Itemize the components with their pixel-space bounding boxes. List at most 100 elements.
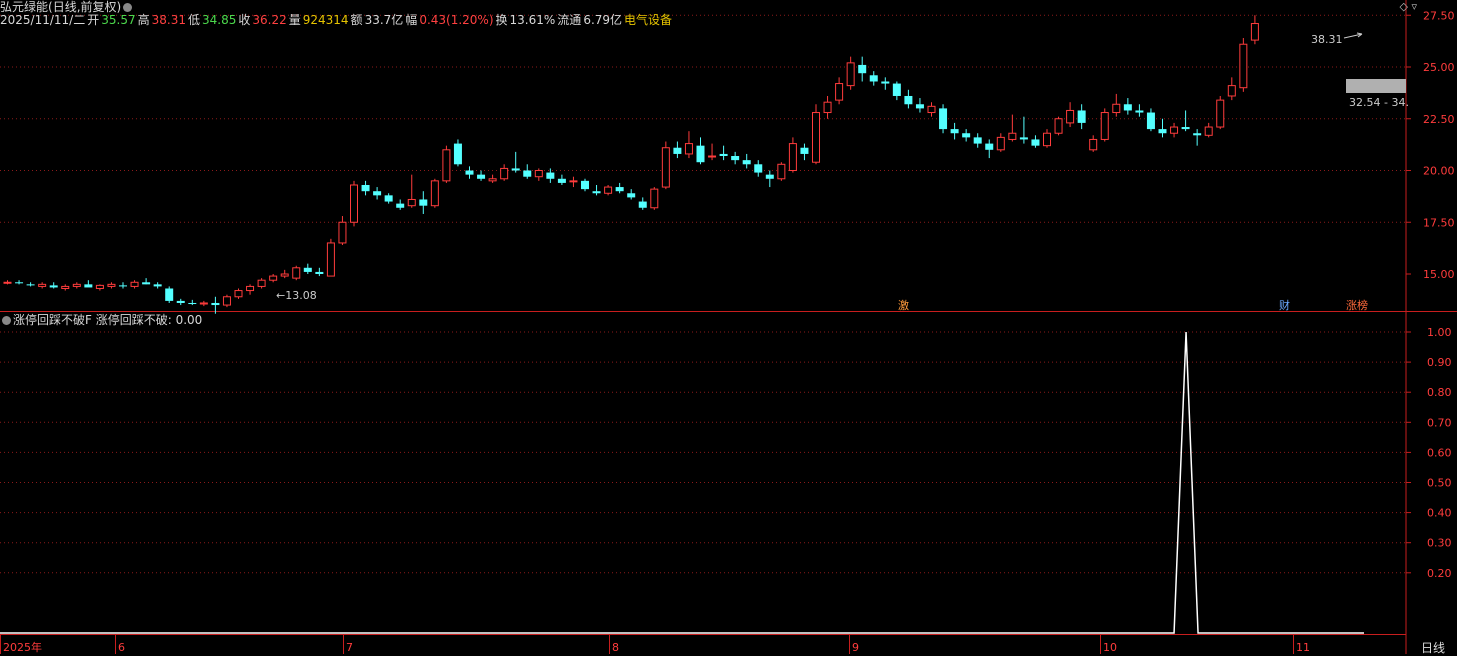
stock-name: 弘元绿能: [0, 0, 49, 14]
candle-body: [1123, 104, 1132, 111]
quote-date: 2025/11/11/二: [0, 13, 86, 27]
candle: [823, 95, 832, 119]
candle: [430, 178, 439, 208]
candle: [1031, 135, 1040, 148]
candle: [119, 282, 127, 289]
close-value: 36.22: [252, 13, 287, 27]
candle: [280, 269, 289, 279]
candle: [1158, 118, 1167, 138]
candle-body: [453, 143, 462, 165]
time-tick-label: 8: [612, 641, 619, 654]
candle: [950, 122, 959, 140]
candle-body: [477, 174, 486, 179]
low-label: 低: [187, 13, 200, 27]
time-tick-label: 6: [118, 641, 125, 654]
settings-dot-icon[interactable]: [123, 3, 133, 12]
event-marker-ji[interactable]: 激: [898, 297, 909, 313]
candle: [1216, 95, 1225, 130]
period-label[interactable]: 日线: [1421, 639, 1445, 656]
candle: [1089, 135, 1098, 152]
candle: [1077, 104, 1086, 130]
candle: [869, 71, 878, 86]
candle: [1135, 104, 1144, 117]
axis-ticks: 15.0017.5020.0022.5025.0027.5030.0032.50…: [0, 9, 1455, 654]
candle-body: [1089, 138, 1098, 151]
candle-body: [581, 180, 589, 190]
candle-body: [823, 101, 832, 114]
time-tick-label: 9: [852, 641, 859, 654]
candle-body: [269, 275, 278, 281]
candle-body: [650, 188, 659, 209]
candle: [407, 174, 416, 208]
high-label: 高: [137, 13, 150, 27]
candle-body: [130, 281, 139, 287]
candle: [534, 168, 543, 181]
candle-body: [673, 147, 682, 154]
indicator-name[interactable]: 涨停回踩不破F: [13, 313, 92, 327]
candle: [292, 265, 301, 281]
indicator-tick-label: 0.90: [1427, 356, 1452, 369]
candle: [95, 284, 104, 291]
candle-body: [1227, 85, 1236, 97]
sector-label[interactable]: 电气设备: [624, 13, 672, 27]
candle: [165, 286, 174, 303]
candle: [754, 160, 763, 177]
candle-body: [211, 302, 220, 306]
candle: [546, 168, 555, 183]
chevron-down-icon[interactable]: ▿: [1411, 0, 1417, 13]
candle: [1250, 15, 1259, 45]
candle: [1227, 77, 1236, 101]
candle-body: [615, 187, 624, 192]
event-marker-cai[interactable]: 财: [1279, 297, 1290, 313]
time-tick-label: 2025年: [3, 640, 42, 654]
price-tick-label: 27.50: [1423, 9, 1455, 22]
candle-body: [696, 145, 705, 163]
indicator-tick-label: 0.70: [1427, 416, 1452, 429]
candle-body: [1170, 126, 1179, 134]
candle-body: [1077, 110, 1086, 123]
indicator-settings-icon[interactable]: [2, 316, 11, 325]
indicator-tick-label: 0.80: [1427, 386, 1452, 399]
candle-body: [326, 242, 335, 277]
candle-body: [1008, 132, 1017, 140]
candle-body: [303, 267, 312, 272]
candle-body: [592, 191, 601, 194]
candle: [615, 182, 624, 194]
candle: [38, 282, 47, 289]
candle: [72, 282, 81, 289]
candle: [246, 284, 255, 295]
high-value: 38.31: [151, 13, 186, 27]
candle: [650, 187, 659, 210]
candle-body: [569, 180, 578, 183]
candle: [350, 180, 358, 227]
candle-body: [627, 193, 636, 198]
candle: [812, 104, 820, 165]
candle: [442, 145, 451, 183]
event-marker-zhang[interactable]: 涨榜: [1346, 297, 1368, 313]
candle: [592, 184, 601, 196]
price-range-box: [1346, 79, 1406, 93]
candle-body: [292, 267, 301, 279]
candle-body: [858, 64, 867, 74]
diamond-icon[interactable]: ◇: [1400, 0, 1408, 13]
candle: [673, 141, 682, 159]
candle: [511, 151, 520, 173]
candle: [731, 151, 740, 165]
quote-bar: 2025/11/11/二开 35.57 高 38.31 低 34.85 收 36.22 量 924…: [0, 13, 674, 27]
candle-body: [84, 284, 93, 288]
candle-body: [1066, 109, 1075, 124]
candle: [84, 280, 93, 288]
low-value: 34.85: [201, 13, 237, 27]
candle-body: [3, 281, 12, 284]
candle-body: [1031, 139, 1040, 146]
candle: [142, 278, 151, 285]
amount-label: 额: [350, 13, 363, 27]
candle-body: [742, 160, 751, 165]
candle: [384, 193, 393, 204]
high-marker: 38.31: [1311, 33, 1343, 46]
price-tick-label: 20.00: [1423, 165, 1455, 178]
candle: [61, 284, 70, 291]
candle-body: [523, 170, 532, 177]
candle: [188, 299, 197, 306]
candle: [523, 164, 532, 179]
